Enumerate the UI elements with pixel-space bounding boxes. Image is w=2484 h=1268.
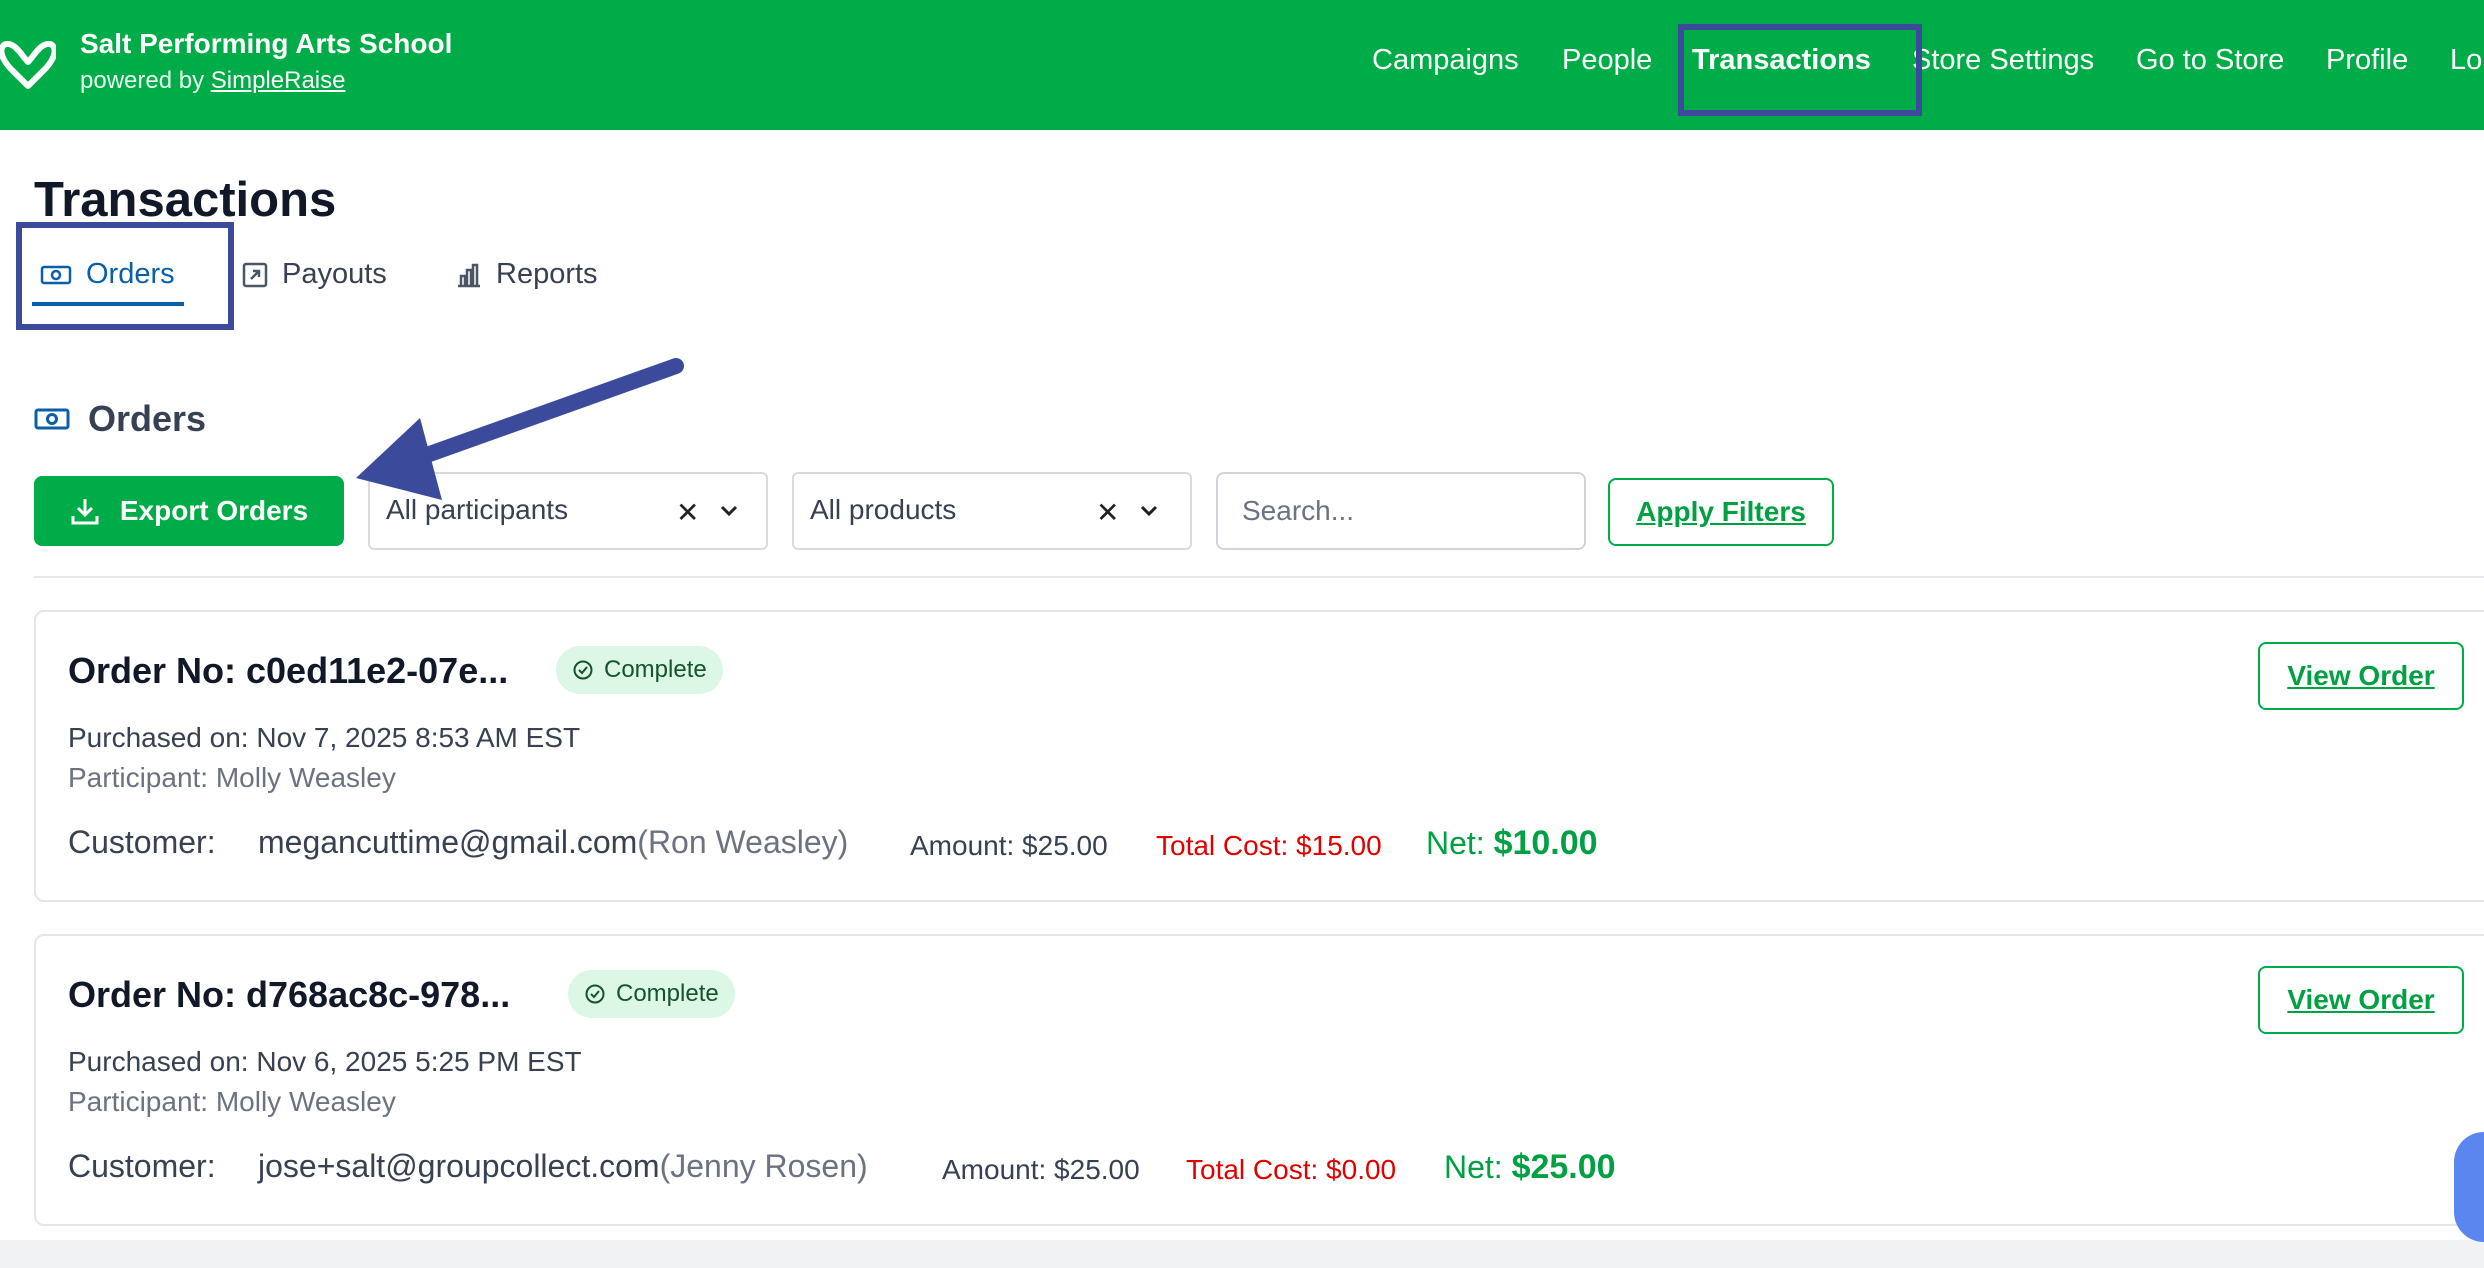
download-icon [71, 499, 99, 525]
tab-reports[interactable]: Reports [456, 258, 598, 291]
customer-name: (Jenny Rosen) [659, 1148, 868, 1184]
order-card: Order No: d768ac8c-978... Complete Purch… [34, 934, 2484, 1226]
apply-filters-button[interactable]: Apply Filters [1608, 478, 1834, 546]
tab-reports-label: Reports [496, 258, 598, 290]
customer-email: megancuttime@gmail.com(Ron Weasley) [258, 824, 849, 860]
page-title: Transactions [34, 173, 337, 227]
export-orders-button[interactable]: Export Orders [34, 476, 344, 546]
clear-icon[interactable]: ✕ [676, 496, 699, 529]
view-order-button[interactable]: View Order [2258, 642, 2464, 710]
products-select[interactable]: All products ✕ [792, 472, 1192, 550]
net-amount: Net: $10.00 [1426, 824, 1598, 862]
participants-select-value: All participants [386, 494, 569, 525]
heart-logo-icon [0, 41, 56, 89]
nav-logout[interactable]: Lo [2450, 44, 2482, 77]
orders-section-title: Orders [34, 398, 206, 440]
total-cost: Total Cost: $15.00 [1156, 830, 1382, 861]
net-amount: Net: $25.00 [1444, 1148, 1616, 1186]
status-badge: Complete [556, 646, 723, 694]
purchased-date: Purchased on: Nov 7, 2025 8:53 AM EST [68, 722, 581, 753]
tab-payouts[interactable]: Payouts [242, 258, 387, 291]
divider [34, 576, 2484, 578]
simpleraise-link[interactable]: SimpleRaise [211, 67, 346, 94]
nav-people[interactable]: People [1562, 44, 1652, 77]
top-nav-bar: Salt Performing Arts School powered by S… [0, 0, 2484, 130]
highlight-box-orders [16, 222, 234, 330]
clear-icon[interactable]: ✕ [1096, 496, 1119, 529]
chat-widget-button[interactable] [2454, 1132, 2484, 1242]
bar-chart-icon [458, 263, 480, 287]
amount: Amount: $25.00 [910, 830, 1108, 861]
order-number: Order No: d768ac8c-978... [68, 974, 511, 1015]
chevron-down-icon[interactable] [1138, 500, 1160, 522]
check-circle-icon [573, 660, 593, 680]
chevron-down-icon[interactable] [718, 500, 740, 522]
view-order-button[interactable]: View Order [2258, 966, 2464, 1034]
customer-name: (Ron Weasley) [637, 824, 849, 860]
purchased-date: Purchased on: Nov 6, 2025 5:25 PM EST [68, 1046, 582, 1077]
amount: Amount: $25.00 [942, 1154, 1140, 1185]
search-input[interactable] [1216, 472, 1586, 550]
participants-select[interactable]: All participants ✕ [368, 472, 768, 550]
participant: Participant: Molly Weasley [68, 762, 396, 793]
highlight-box-transactions [1678, 24, 1922, 116]
powered-by: powered by SimpleRaise [80, 67, 346, 94]
check-circle-icon [585, 984, 605, 1004]
tab-payouts-label: Payouts [282, 258, 387, 290]
products-select-value: All products [810, 494, 957, 525]
participant: Participant: Molly Weasley [68, 1086, 396, 1117]
order-number: Order No: c0ed11e2-07e... [68, 650, 509, 691]
total-cost: Total Cost: $0.00 [1186, 1154, 1397, 1185]
nav-go-to-store[interactable]: Go to Store [2136, 44, 2284, 77]
customer-label: Customer: [68, 1148, 216, 1184]
external-link-icon [242, 262, 268, 287]
nav-store-settings[interactable]: Store Settings [1912, 44, 2094, 77]
status-badge: Complete [568, 970, 735, 1018]
nav-campaigns[interactable]: Campaigns [1372, 44, 1519, 77]
customer-email: jose+salt@groupcollect.com(Jenny Rosen) [258, 1148, 868, 1184]
bottom-strip [0, 1240, 2484, 1268]
customer-label: Customer: [68, 824, 216, 860]
nav-profile[interactable]: Profile [2326, 44, 2408, 77]
money-icon [34, 408, 70, 430]
org-name: Salt Performing Arts School [80, 28, 453, 59]
order-card: Order No: c0ed11e2-07e... Complete Purch… [34, 610, 2484, 902]
